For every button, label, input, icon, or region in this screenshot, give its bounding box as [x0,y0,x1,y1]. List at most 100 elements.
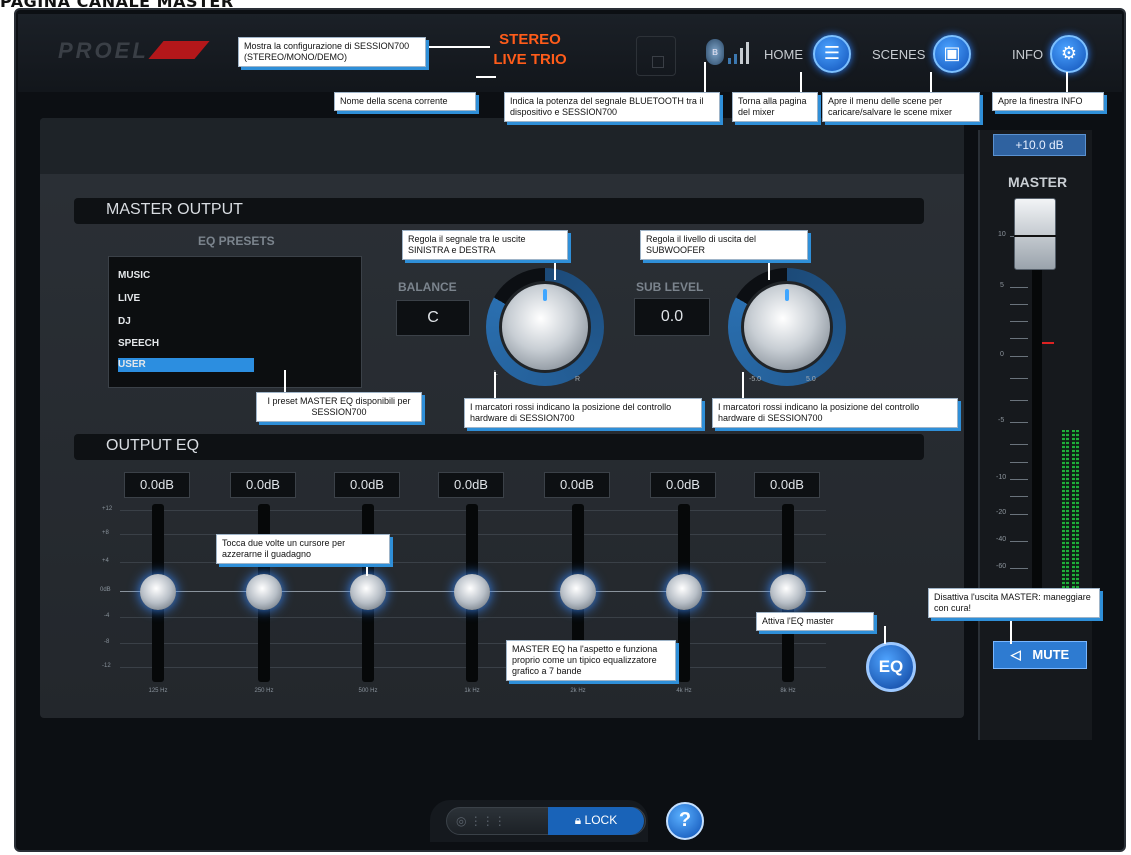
master-fader[interactable] [1014,198,1056,270]
scene-config-display: STEREO LIVE TRIO [490,30,570,70]
eq-scale-label: +8 [102,530,109,536]
master-scale-label: -10 [996,474,1007,481]
callout-leader [1010,618,1012,644]
signal-bar-3 [740,48,743,64]
eq-gain-500: 0.0dB [334,472,400,498]
eq-slider-1k[interactable] [454,574,490,610]
eq-slider-125[interactable] [140,574,176,610]
signal-bar-4 [746,42,749,64]
info-button[interactable]: ⚙ [1050,35,1088,73]
callout-bluetooth: Indica la potenza del segnale BLUETOOTH … [504,92,720,122]
callout-balance: Regola il segnale tra le uscite SINISTRA… [402,230,568,260]
callout-config: Mostra la configurazione di SESSION700 (… [238,37,426,67]
eq-scale-label: -4 [104,613,110,619]
master-scale-tick [1010,304,1028,305]
master-meter-left-2 [1066,430,1069,590]
balance-knob-indicator [543,289,547,301]
master-meter-right-2 [1076,430,1079,590]
eq-slider-8k[interactable] [770,574,806,610]
master-hardware-marker [1042,342,1054,344]
signal-bar-1 [728,58,731,64]
proel-logo: PROEL [58,38,149,63]
callout-scene-name: Nome della scena corrente [334,92,476,111]
preset-live[interactable]: LIVE [118,293,140,304]
lock-button[interactable]: 🔒︎ LOCK [548,807,644,835]
scene-name: LIVE TRIO [493,51,567,68]
eq-enable-button[interactable]: EQ [866,642,916,692]
eq-freq-4k: 4k Hz [676,688,692,694]
eq-slider-4k[interactable] [666,574,702,610]
callout-double-tap: Tocca due volte un cursore per azzerarne… [216,534,390,564]
master-scale-label: -40 [996,536,1007,543]
callout-leader [884,626,886,644]
eq-scale-label: +12 [102,506,113,512]
eq-scale-label: -8 [104,639,110,645]
master-scale-tick [1010,338,1028,339]
unlock-icon: ◎ ⋮⋮⋮ [456,814,506,828]
home-label: HOME [764,47,803,62]
master-scale-tick [1010,514,1028,515]
lock-label: LOCK [584,813,618,827]
master-title: MASTER [1008,174,1068,190]
callout-leader [424,46,490,48]
scenes-label: SCENES [872,47,926,62]
eq-gain-8k: 0.0dB [754,472,820,498]
callout-leader [704,62,706,92]
master-scale-tick [1010,287,1028,288]
preset-dj[interactable]: DJ [118,316,131,327]
sub-level-value: 0.0 [634,298,710,336]
eq-freq-125: 125 Hz [148,688,168,694]
gear-icon: ⚙ [1060,43,1078,64]
eq-gain-250: 0.0dB [230,472,296,498]
master-scale-tick [1010,422,1028,423]
mixer-sliders-icon: ☰ [823,43,841,64]
callout-sub: Regola il livello di uscita del SUBWOOFE… [640,230,808,260]
speaker-icon: ◁ [1010,647,1021,662]
sub-max-tick: 5.0 [806,376,816,383]
callout-presets: I preset MASTER EQ disponibili per SESSI… [256,392,422,422]
master-mute-button[interactable]: ◁ MUTE [993,641,1087,669]
master-scale-label: 5 [1000,282,1004,289]
scenes-save-icon: ▣ [943,43,961,64]
device-icon-inner [652,56,664,68]
master-scale-tick [1010,541,1028,542]
master-scale-label: -60 [996,563,1007,570]
balance-value: C [396,300,470,336]
info-label: INFO [1012,47,1044,62]
eq-slider-250[interactable] [246,574,282,610]
master-scale-label: 10 [998,231,1006,238]
preset-music[interactable]: MUSIC [118,270,150,281]
eq-slider-2k[interactable] [560,574,596,610]
master-scale-label: -5 [998,417,1005,424]
callout-markers-right: I marcatori rossi indicano la posizione … [712,398,958,428]
eq-scale-label: 0dB [100,587,111,593]
eq-scale-label: +4 [102,558,109,564]
master-output-title: MASTER OUTPUT [74,198,924,224]
eq-freq-8k: 8k Hz [780,688,796,694]
scenes-button[interactable]: ▣ [933,35,971,73]
help-button[interactable]: ? [666,802,704,840]
preset-user[interactable]: USER [118,359,146,370]
master-scale-tick [1010,479,1028,480]
eq-gain-4k: 0.0dB [650,472,716,498]
master-scale-tick [1010,444,1028,445]
callout-home: Torna alla pagina del mixer [732,92,818,122]
eq-freq-500: 500 Hz [358,688,378,694]
callout-markers-left: I marcatori rossi indicano la posizione … [464,398,702,428]
callout-leader [800,72,802,92]
config-mode: STEREO [499,31,561,48]
master-scale-tick [1010,400,1028,401]
callout-leader [284,370,286,392]
eq-gain-2k: 0.0dB [544,472,610,498]
eq-freq-2k: 2k Hz [570,688,586,694]
master-scale-tick [1010,462,1028,463]
eq-scale-label: -12 [102,663,111,669]
master-scale-label: 0 [1000,351,1004,358]
callout-scenes: Apre il menu delle scene per caricare/sa… [822,92,980,122]
callout-info: Apre la finestra INFO [992,92,1104,111]
home-button[interactable]: ☰ [813,35,851,73]
preset-speech[interactable]: SPEECH [118,338,159,349]
eq-slider-500[interactable] [350,574,386,610]
master-scale-label: -20 [996,509,1007,516]
callout-eq-enable: Attiva l'EQ master [756,612,874,631]
